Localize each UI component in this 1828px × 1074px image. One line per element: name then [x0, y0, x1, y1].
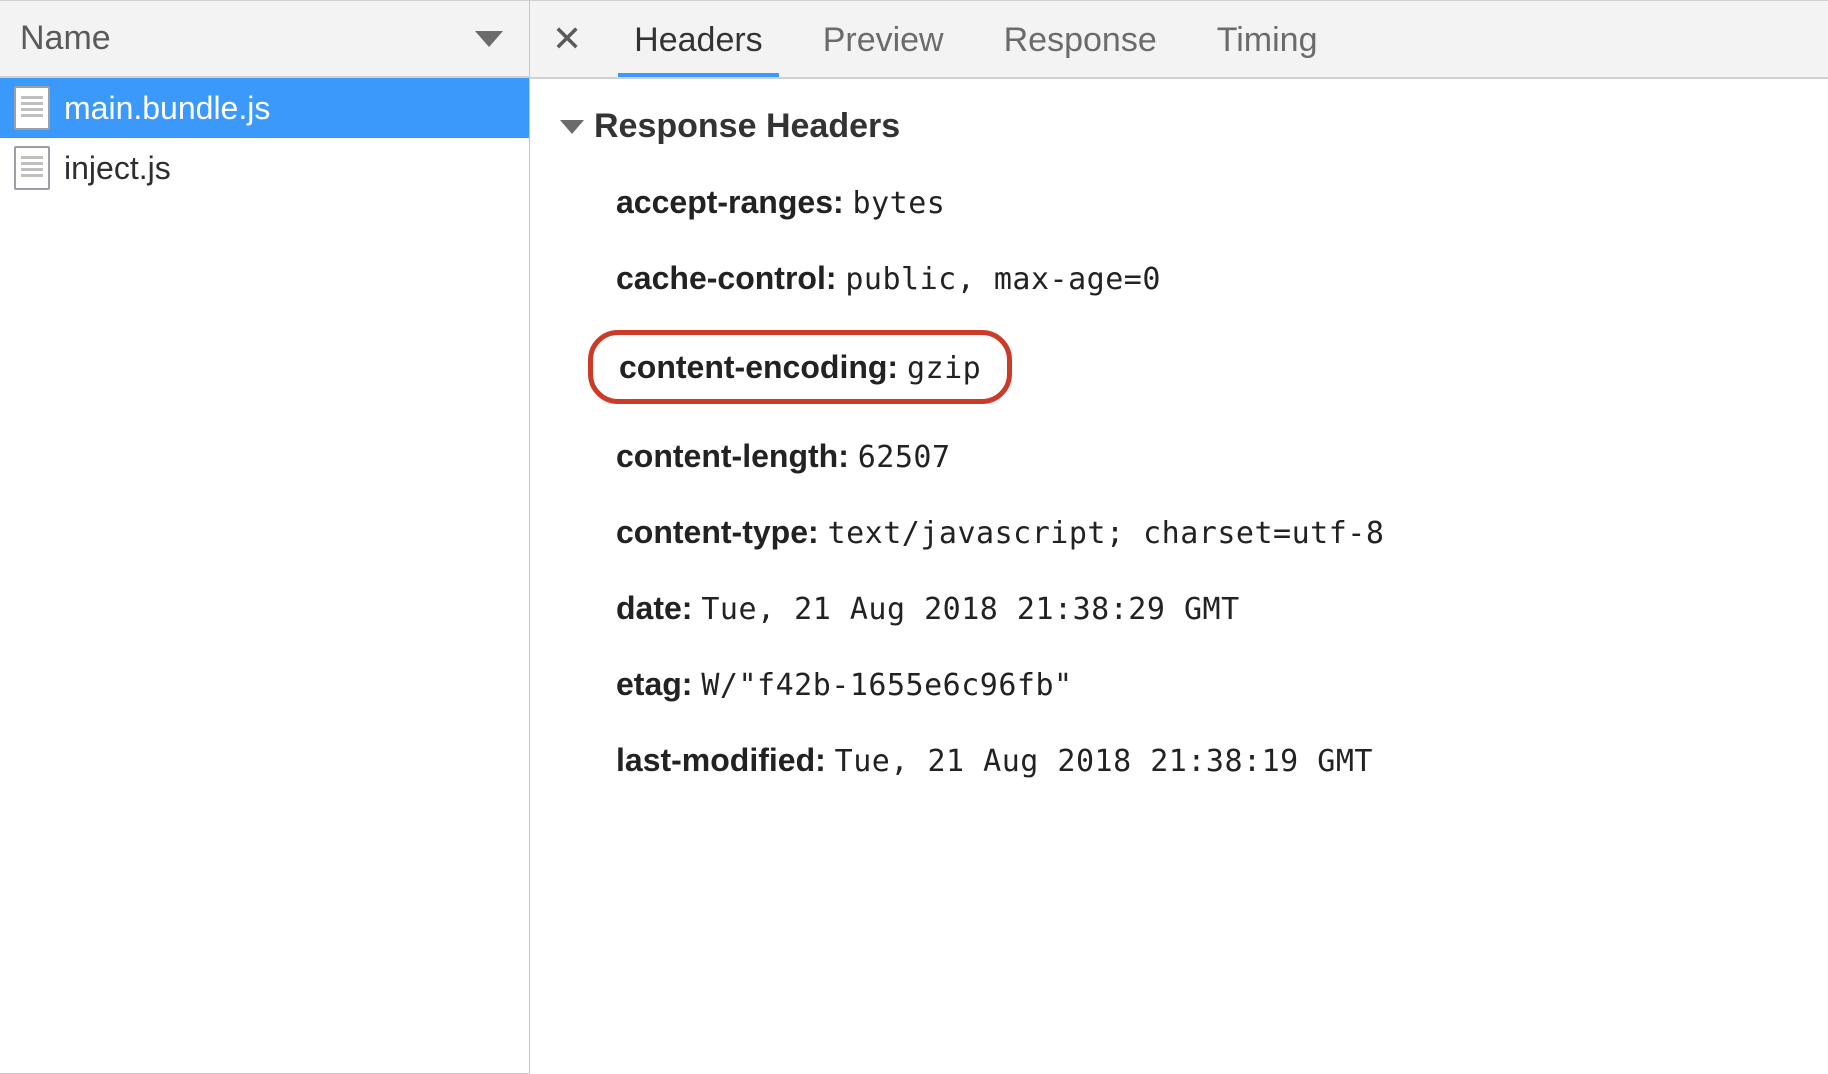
- sort-indicator-icon[interactable]: [475, 31, 503, 47]
- file-name: inject.js: [64, 150, 171, 187]
- file-icon: [14, 146, 50, 190]
- header-key: last-modified:: [616, 742, 826, 778]
- disclosure-triangle-icon: [560, 120, 584, 134]
- header-entry: content-length: 62507: [616, 432, 1788, 480]
- header-key: content-length:: [616, 438, 849, 474]
- header-entry: etag: W/"f42b-1655e6c96fb": [616, 660, 1788, 708]
- header-entry: content-type: text/javascript; charset=u…: [616, 508, 1788, 556]
- name-column-label: Name: [20, 19, 111, 58]
- tab-response[interactable]: Response: [974, 5, 1187, 74]
- header-key: content-encoding:: [619, 349, 898, 385]
- header-entry: last-modified: Tue, 21 Aug 2018 21:38:19…: [616, 736, 1788, 784]
- header-key: accept-ranges:: [616, 184, 844, 220]
- file-list: main.bundle.js inject.js: [0, 77, 529, 1074]
- file-row[interactable]: main.bundle.js: [0, 78, 529, 138]
- header-value: text/javascript; charset=utf-8: [828, 516, 1385, 551]
- header-entry: date: Tue, 21 Aug 2018 21:38:29 GMT: [616, 584, 1788, 632]
- header-entry: cache-control: public, max-age=0: [616, 254, 1788, 302]
- name-column-header[interactable]: Name: [0, 0, 529, 77]
- network-file-panel: Name main.bundle.js inject.js: [0, 0, 530, 1074]
- header-value: 62507: [858, 440, 951, 475]
- file-icon: [14, 86, 50, 130]
- request-details-panel: ✕ HeadersPreviewResponseTiming Response …: [530, 0, 1828, 1074]
- header-key: etag:: [616, 666, 692, 702]
- header-entry: content-encoding: gzip: [616, 330, 1788, 404]
- tab-headers[interactable]: Headers: [604, 5, 793, 74]
- tab-timing[interactable]: Timing: [1187, 5, 1348, 74]
- response-headers-list: accept-ranges: bytes cache-control: publi…: [560, 178, 1788, 784]
- tabs-container: HeadersPreviewResponseTiming: [604, 5, 1347, 74]
- header-value: gzip: [907, 351, 981, 386]
- file-name: main.bundle.js: [64, 90, 270, 127]
- close-icon[interactable]: ✕: [536, 18, 604, 60]
- header-value: bytes: [853, 186, 946, 221]
- details-body: Response Headers accept-ranges: bytes cac…: [530, 78, 1828, 1074]
- header-value: Tue, 21 Aug 2018 21:38:29 GMT: [701, 592, 1239, 627]
- tab-preview[interactable]: Preview: [793, 5, 974, 74]
- header-value: public, max-age=0: [845, 262, 1161, 297]
- response-headers-section-toggle[interactable]: Response Headers: [560, 107, 1788, 146]
- header-key: date:: [616, 590, 692, 626]
- header-key: cache-control:: [616, 260, 836, 296]
- header-entry: accept-ranges: bytes: [616, 178, 1788, 226]
- header-key: content-type:: [616, 514, 819, 550]
- file-row[interactable]: inject.js: [0, 138, 529, 198]
- header-value: W/"f42b-1655e6c96fb": [701, 668, 1072, 703]
- details-tabs-bar: ✕ HeadersPreviewResponseTiming: [530, 0, 1828, 78]
- header-value: Tue, 21 Aug 2018 21:38:19 GMT: [835, 744, 1373, 779]
- section-title: Response Headers: [594, 107, 900, 146]
